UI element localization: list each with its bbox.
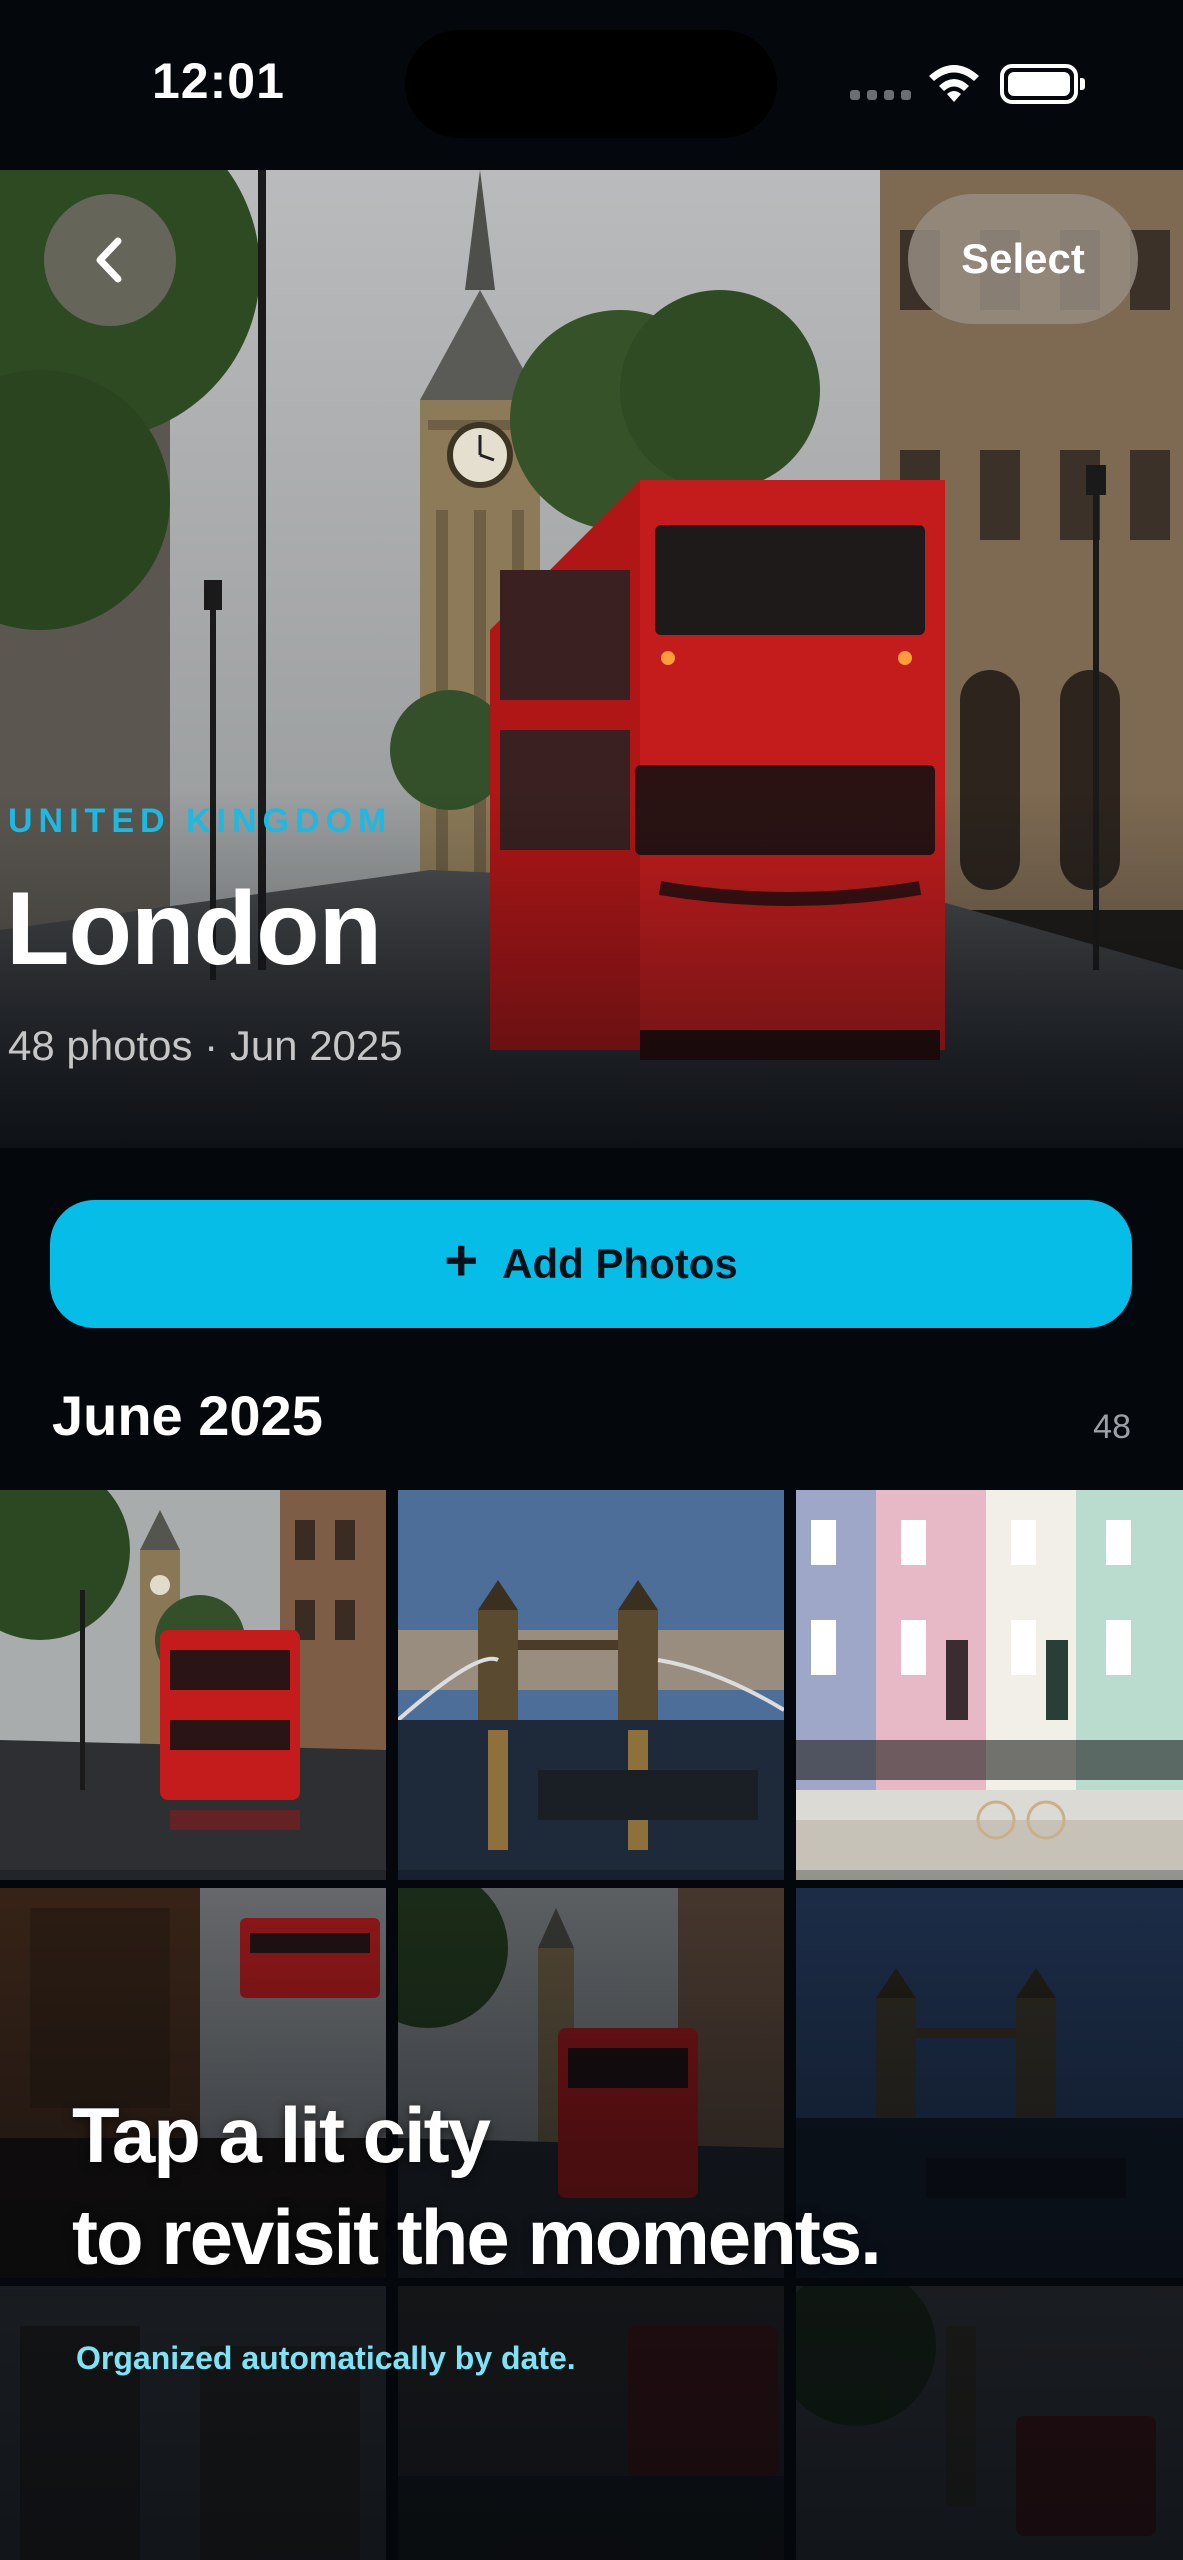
wifi-icon bbox=[929, 65, 979, 102]
caption-subtitle: Organized automatically by date. bbox=[76, 2340, 576, 2376]
plus-icon: + bbox=[444, 1228, 479, 1293]
caption-headline-line1: Tap a lit city bbox=[72, 2091, 491, 2179]
photo-tile-tower-bridge-dusk[interactable] bbox=[398, 1490, 784, 1880]
photo-grid bbox=[0, 1490, 1183, 2560]
chevron-left-icon bbox=[96, 237, 122, 283]
city-title: London bbox=[6, 871, 382, 987]
section-count: 48 bbox=[1093, 1408, 1131, 1446]
caption-headline-line2: to revisit the moments. bbox=[72, 2193, 882, 2281]
add-photos-button[interactable]: + Add Photos bbox=[50, 1200, 1132, 1328]
country-label: UNITED KINGDOM bbox=[8, 802, 393, 840]
dynamic-island bbox=[405, 30, 777, 138]
photo-tile-pastel-houses[interactable] bbox=[796, 1490, 1183, 1880]
hero-image: Select UNITED KINGDOM London 48 photos ·… bbox=[0, 170, 1183, 1148]
photo-tile-street-3a[interactable] bbox=[0, 2286, 386, 2560]
cellular-signal-icon bbox=[850, 90, 911, 100]
battery-icon bbox=[1000, 64, 1085, 104]
photo-tile-street-3c[interactable] bbox=[796, 2286, 1183, 2560]
photo-tile-street-3b[interactable] bbox=[398, 2286, 784, 2560]
add-photos-label: Add Photos bbox=[502, 1240, 738, 1287]
album-meta: 48 photos · Jun 2025 bbox=[8, 1022, 403, 1069]
section-title: June 2025 bbox=[52, 1384, 323, 1447]
back-button[interactable] bbox=[44, 194, 176, 326]
status-time: 12:01 bbox=[152, 53, 285, 109]
photo-tile-big-ben-bus[interactable] bbox=[0, 1490, 386, 1880]
select-button[interactable]: Select bbox=[908, 194, 1138, 324]
status-bar: 12:01 bbox=[0, 0, 1183, 170]
